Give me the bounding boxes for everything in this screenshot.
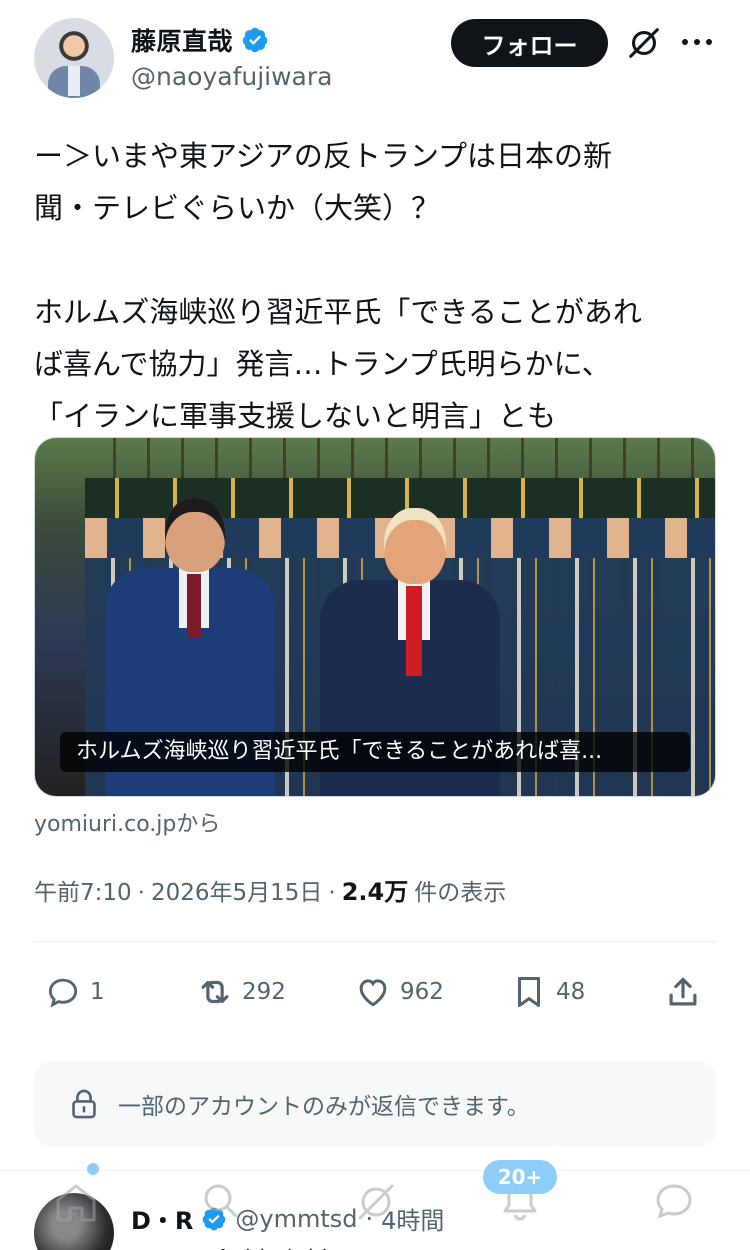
author-avatar[interactable] xyxy=(34,18,114,98)
reply-restriction-banner: 一部のアカウントのみが返信できます。 xyxy=(34,1062,716,1146)
bottom-tab-bar xyxy=(0,1170,750,1250)
figure-left-head xyxy=(165,498,225,572)
meta-separator: · xyxy=(137,880,145,906)
grok-icon[interactable] xyxy=(625,24,663,62)
messages-icon xyxy=(656,1184,692,1219)
author-name[interactable]: 藤原直哉 xyxy=(131,22,233,58)
follow-button[interactable]: フォロー xyxy=(451,19,608,67)
tab-messages[interactable] xyxy=(646,1174,702,1230)
author-name-row: 藤原直哉 xyxy=(131,22,269,58)
reply-icon xyxy=(48,978,78,1008)
verified-badge-icon xyxy=(242,27,268,53)
post-meta: 午前7:10 · 2026年5月15日 · 2.4万 件の表示 xyxy=(34,872,506,907)
notifications-badge: 20+ xyxy=(483,1160,557,1194)
bookmark-icon xyxy=(517,977,541,1007)
post-text: ー＞いまや東アジアの反トランプは日本の新 聞・テレビぐらいか（大笑）？ ホルムズ… xyxy=(34,139,642,433)
share-button[interactable] xyxy=(664,965,702,1019)
more-icon[interactable] xyxy=(680,30,714,54)
post-header: 藤原直哉 @naoyafujiwara フォロー xyxy=(0,0,750,110)
like-count: 962 xyxy=(400,979,444,1005)
link-source[interactable]: yomiuri.co.jpから xyxy=(34,806,220,838)
link-card-caption[interactable]: ホルムズ海峡巡り習近平氏「できることがあれば喜... xyxy=(60,732,690,772)
action-bar: 1 292 962 48 xyxy=(34,965,716,1019)
tab-grok[interactable] xyxy=(348,1174,404,1230)
like-icon xyxy=(359,979,387,1007)
divider xyxy=(34,941,716,942)
figure-right-tie xyxy=(406,586,422,676)
share-icon xyxy=(669,977,697,1006)
bookmark-count: 48 xyxy=(556,979,586,1005)
bookmark-button[interactable]: 48 xyxy=(510,965,585,1019)
tab-home[interactable] xyxy=(48,1174,104,1230)
post-date: 2026年5月15日 xyxy=(150,880,323,906)
post-time: 午前7:10 xyxy=(34,880,132,906)
views-count[interactable]: 2.4万 xyxy=(342,872,409,907)
figure-right-head xyxy=(384,508,446,584)
like-button[interactable]: 962 xyxy=(354,965,444,1019)
home-unread-dot xyxy=(87,1163,99,1175)
search-icon xyxy=(204,1184,238,1218)
reply-restriction-text: 一部のアカウントのみが返信できます。 xyxy=(118,1094,530,1120)
figure-left-tie xyxy=(187,574,201,638)
reply-button[interactable]: 1 xyxy=(44,965,105,1019)
repost-count: 292 xyxy=(242,979,286,1005)
meta-separator: · xyxy=(328,880,336,906)
avatar-shirt xyxy=(68,66,80,96)
views-label: 件の表示 xyxy=(414,880,507,906)
grok-icon xyxy=(358,1184,394,1220)
repost-icon xyxy=(201,980,229,1004)
reply-count: 1 xyxy=(90,979,105,1005)
repost-button[interactable]: 292 xyxy=(196,965,286,1019)
home-icon xyxy=(56,1184,96,1222)
author-handle[interactable]: @naoyafujiwara xyxy=(131,62,332,91)
lock-icon xyxy=(72,1089,96,1119)
tab-search[interactable] xyxy=(192,1174,248,1230)
